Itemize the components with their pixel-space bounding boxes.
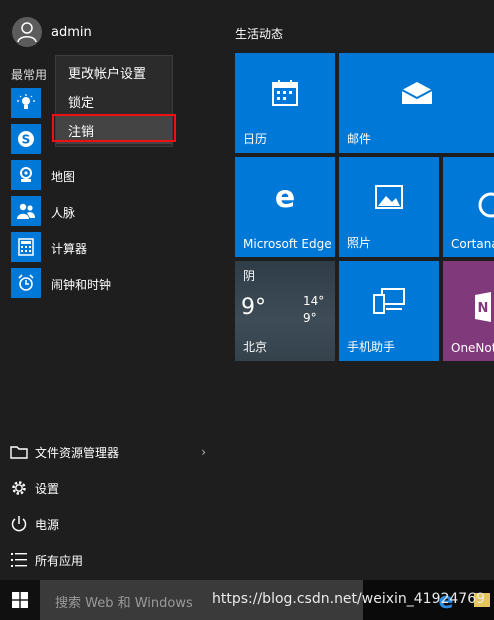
tile-weather[interactable]: 阴 9° 14° 9° 北京 — [235, 261, 335, 361]
tile-label: 手机助手 — [347, 340, 396, 354]
cortana-icon — [478, 192, 494, 218]
edge-browser-icon: e — [275, 182, 295, 212]
app-item-alarms[interactable]: 闹钟和时钟 — [0, 268, 220, 300]
weather-high: 14° — [303, 294, 325, 308]
user-avatar-icon[interactable] — [12, 17, 42, 47]
people-icon — [11, 196, 41, 226]
file-explorer-label: 文件资源管理器 — [35, 446, 120, 460]
chevron-right-icon: › — [201, 445, 206, 459]
tile-label: 日历 — [243, 132, 268, 146]
skype-icon: S — [11, 124, 41, 154]
change-account-settings-item[interactable]: 更改帐户设置 — [56, 58, 172, 86]
start-button[interactable] — [0, 580, 40, 620]
tile-label: 邮件 — [347, 132, 372, 146]
taskbar: 搜索 Web 和 Windows e https://blog.csdn.net… — [0, 580, 494, 620]
alarm-clock-icon — [11, 268, 41, 298]
tile-label: OneNot — [451, 341, 494, 355]
weather-city: 北京 — [243, 340, 268, 354]
weather-temp: 9° — [241, 295, 266, 320]
settings-label: 设置 — [35, 482, 60, 496]
all-apps-link[interactable]: 所有应用 — [0, 545, 220, 575]
tile-group-title: 生活动态 — [235, 27, 284, 41]
tile-mail[interactable]: 邮件 — [339, 53, 494, 153]
tile-edge[interactable]: e Microsoft Edge — [235, 157, 335, 257]
power-link[interactable]: 电源 — [0, 509, 220, 539]
user-name[interactable]: admin — [51, 25, 92, 40]
power-label: 电源 — [35, 518, 60, 532]
phone-laptop-icon — [373, 288, 405, 314]
tile-photos[interactable]: 照片 — [339, 157, 439, 257]
svg-text:N: N — [478, 301, 489, 316]
windows-logo-icon — [12, 592, 28, 608]
svg-text:e: e — [275, 182, 295, 212]
onenote-icon: N — [475, 292, 491, 322]
app-item-label: 地图 — [51, 170, 76, 184]
app-item-maps[interactable]: 地图 — [0, 160, 220, 192]
folder-icon — [10, 446, 28, 459]
settings-link[interactable]: 设置 — [0, 473, 220, 503]
tile-cortana[interactable]: Cortana — [443, 157, 494, 257]
app-item-people[interactable]: 人脉 — [0, 196, 220, 228]
weather-condition: 阴 — [243, 269, 256, 283]
map-icon — [11, 160, 41, 190]
tile-calendar[interactable]: 日历 — [235, 53, 335, 153]
tile-onenote[interactable]: N OneNot — [443, 261, 494, 361]
weather-low: 9° — [303, 311, 317, 325]
tile-label: Microsoft Edge — [243, 237, 332, 251]
most-used-label: 最常用 — [11, 68, 48, 82]
tile-phone-companion[interactable]: 手机助手 — [339, 261, 439, 361]
watermark-url: https://blog.csdn.net/weixin_41924769 — [212, 591, 486, 607]
search-placeholder: 搜索 Web 和 Windows — [55, 596, 193, 611]
envelope-icon — [401, 82, 432, 104]
calendar-icon — [272, 80, 298, 106]
list-icon — [11, 553, 27, 567]
photo-icon — [375, 185, 403, 209]
app-item-label: 闹钟和时钟 — [51, 278, 112, 292]
svg-text:S: S — [22, 133, 31, 147]
start-menu: admin 最常用 S 地图 人脉 计算器 闹钟和时钟 文件资源管理器 › 设置… — [0, 0, 494, 580]
lightbulb-icon — [11, 88, 41, 118]
app-item-label: 计算器 — [51, 242, 88, 256]
app-item-label: 人脉 — [51, 206, 76, 220]
highlight-box — [52, 114, 176, 142]
power-icon — [11, 516, 27, 532]
calculator-icon — [11, 232, 41, 262]
file-explorer-link[interactable]: 文件资源管理器 › — [0, 437, 220, 467]
gear-icon — [12, 481, 26, 495]
lock-item[interactable]: 锁定 — [56, 87, 172, 115]
tile-label: 照片 — [347, 236, 372, 250]
all-apps-label: 所有应用 — [35, 554, 84, 568]
app-item-calculator[interactable]: 计算器 — [0, 232, 220, 264]
tile-label: Cortana — [451, 237, 494, 251]
